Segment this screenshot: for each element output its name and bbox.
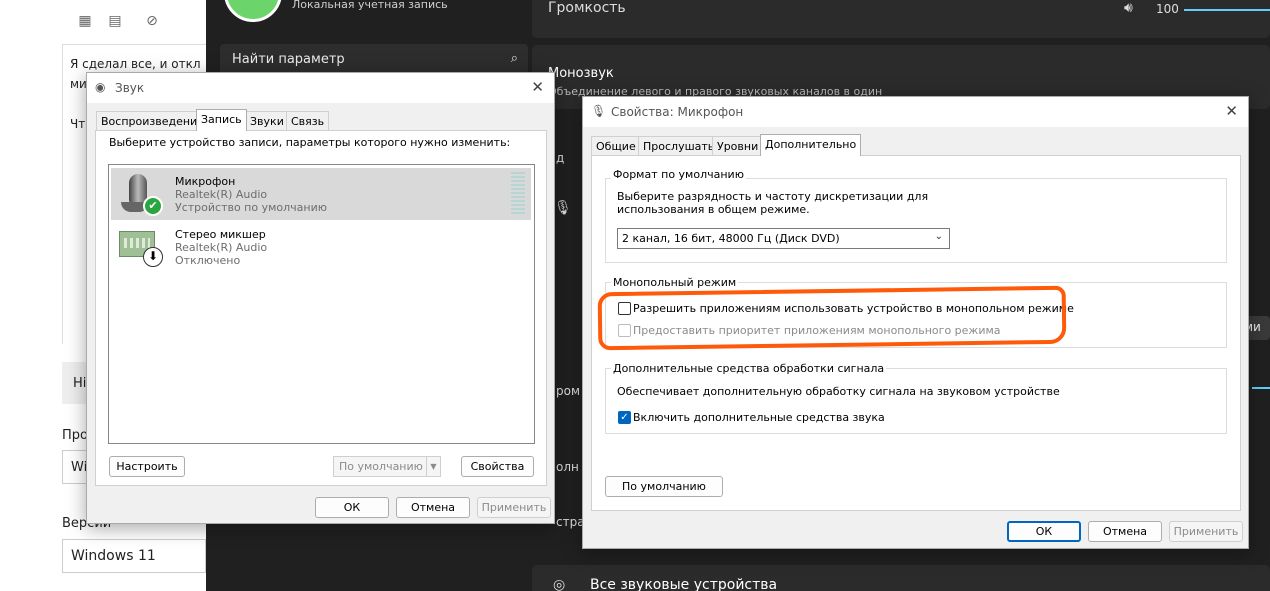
allow-exclusive-checkbox[interactable] [618,302,631,315]
volume-value: 100 [1156,2,1179,16]
post-text-line: Я сделал все, и откл [70,57,201,71]
sound-dialog: ◉ Звук ✕ Воспроизведение Запись Звуки Св… [86,72,555,524]
disabled-arrow-icon: ⬇ [143,247,163,267]
default-device-combo-value: По умолчанию [339,460,423,473]
microphone-device-icon: ✔ [117,172,163,216]
version-field-value: Windows 11 [71,548,156,564]
close-icon[interactable]: ✕ [1225,102,1238,120]
sound-dialog-titlebar[interactable]: ◉ Звук ✕ [87,73,554,103]
tab-communications[interactable]: Связь [286,111,330,131]
device-name: Микрофон [175,175,236,188]
tab-levels[interactable]: Уровни [712,136,764,156]
format-description: Выберите разрядность и частоту дискретиз… [617,190,929,203]
version-field[interactable]: Windows 11 [62,539,206,573]
post-text-line: ми [70,77,87,91]
default-format-select[interactable]: 2 канал, 16 бит, 48000 Гц (Диск DVD) ⌄ [617,228,950,249]
list-item-stereo-mixer[interactable]: ⬇ Стерео микшер Realtek(R) Audio Отключе… [111,221,531,273]
chevron-down-icon: ⌄ [934,231,943,242]
default-device-check-icon: ✔ [143,196,163,216]
sound-dialog-title: Звук [115,81,145,95]
apply-button[interactable]: Применить [477,497,551,518]
list-item-microphone[interactable]: ✔ Микрофон Realtek(R) Audio Устройство п… [111,168,531,220]
settings-search-placeholder: Найти параметр [232,52,345,67]
signal-enhancements-group [605,368,1227,434]
table-icon[interactable]: ▦ [76,12,94,30]
partial-label: ром [556,384,581,398]
microphone-icon: 🎙︎ [591,104,607,118]
apply-button[interactable]: Применить [1169,521,1243,542]
mono-audio-title: Монозвук [548,66,614,81]
configure-button[interactable]: Настроить [109,456,185,477]
device-driver: Realtek(R) Audio [175,241,268,254]
exclusive-mode-group [605,282,1227,348]
all-devices-label: Все звуковые устройства [590,577,778,591]
partial-label: д [556,151,565,165]
search-icon: ⌕ [510,51,518,66]
restore-defaults-button[interactable]: По умолчанию [605,476,723,497]
cancel-button[interactable]: Отмена [1088,521,1162,542]
format-group-label: Формат по умолчанию [611,168,746,181]
signal-enhancements-label: Дополнительные средства обработки сигнал… [611,362,887,375]
signal-enhancements-description: Обеспечивает дополнительную обработку си… [617,385,1060,398]
no-image-icon[interactable]: ⊘ [143,12,161,30]
exclusive-priority-checkbox[interactable] [618,324,631,337]
devices-icon: ◎ [553,577,566,591]
level-meter [511,172,525,214]
os-field-value: Wi [71,460,88,475]
recording-device-list[interactable]: ✔ Микрофон Realtek(R) Audio Устройство п… [108,164,535,444]
enable-enhancements-checkbox[interactable]: ✓ [618,411,631,424]
close-icon[interactable]: ✕ [531,78,544,96]
exclusive-priority-label: Предоставить приоритет приложениям моноп… [633,324,1001,337]
tab-playback[interactable]: Воспроизведение [96,111,209,131]
accent-bar [1252,387,1270,389]
device-status: Устройство по умолчанию [175,201,328,214]
user-avatar [224,0,282,22]
device-name: Стерео микшер [175,228,266,241]
default-format-value: 2 канал, 16 бит, 48000 Гц (Диск DVD) [622,232,840,245]
microphone-icon: 🎙︎ [554,200,572,216]
volume-slider[interactable] [1184,9,1270,11]
ok-button[interactable]: ОК [1007,521,1081,542]
tab-listen[interactable]: Прослушать [638,136,720,156]
properties-dialog-title: Свойства: Микрофон [611,105,744,119]
account-label: Локальная учетная запись [292,0,448,11]
enable-enhancements-label[interactable]: Включить дополнительные средства звука [633,411,885,424]
sound-app-icon: ◉ [95,80,106,94]
partial-label: стра [556,515,585,529]
cancel-button[interactable]: Отмена [396,497,470,518]
properties-button[interactable]: Свойства [461,456,534,477]
speaker-icon[interactable]: 🔊︎ [1124,0,1133,16]
properties-dialog-titlebar[interactable]: 🎙︎ Свойства: Микрофон ✕ [583,97,1248,127]
format-description: использования в общем режиме. [617,203,810,216]
post-text-line: Чт [70,117,86,131]
microphone-properties-dialog: 🎙︎ Свойства: Микрофон ✕ Общие Прослушать… [582,96,1249,549]
chevron-down-icon: ▼ [426,457,440,476]
sound-card-icon: ⬇ [117,225,163,269]
grid-icon[interactable]: ▤ [106,12,124,30]
grey-banner-text: Нi [73,376,87,391]
tab-advanced[interactable]: Дополнительно [760,134,862,156]
volume-label: Громкость [548,0,626,16]
device-driver: Realtek(R) Audio [175,188,268,201]
form-label: Про [62,428,88,443]
default-device-combo[interactable]: По умолчанию ▼ [333,456,441,477]
tab-sounds[interactable]: Звуки [245,111,289,131]
exclusive-mode-group-label: Монопольный режим [611,276,739,289]
allow-exclusive-label[interactable]: Разрешить приложениям использовать устро… [633,302,1074,315]
ok-button[interactable]: ОК [315,497,389,518]
tab-general[interactable]: Общие [591,136,641,156]
device-status: Отключено [175,254,241,267]
partial-label: олн [556,460,579,474]
recording-hint: Выберите устройство записи, параметры ко… [109,136,511,149]
tab-recording[interactable]: Запись [196,109,247,131]
